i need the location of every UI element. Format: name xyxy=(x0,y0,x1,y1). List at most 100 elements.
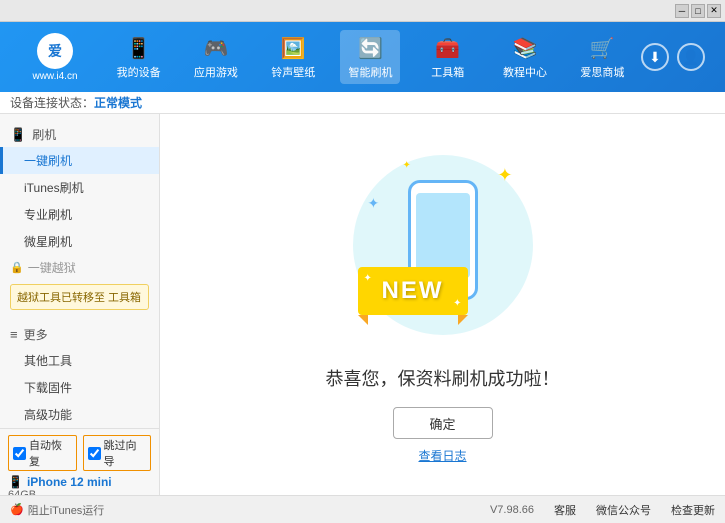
confirm-button[interactable]: 确定 xyxy=(393,407,493,439)
device-icon: 📱 xyxy=(125,34,153,62)
illustration: ✦ ✦ ✦ NEW ✦ ✦ xyxy=(343,145,543,345)
nav-item-store[interactable]: 🛒 爱思商城 xyxy=(572,30,632,84)
nav-item-smart-flash[interactable]: 🔄 智能刷机 xyxy=(340,30,400,84)
center-area: ✦ ✦ ✦ NEW ✦ ✦ xyxy=(160,114,725,495)
title-bar: ─ □ ✕ xyxy=(0,0,725,22)
pro-flash-label: 专业刷机 xyxy=(24,208,72,222)
jailbreak-label: 一键越狱 xyxy=(28,259,76,276)
device-storage: 64GB xyxy=(8,489,151,495)
apps-icon: 🎮 xyxy=(202,34,230,62)
customer-service-link[interactable]: 客服 xyxy=(554,502,576,518)
nav-item-wallpaper[interactable]: 🖼️ 铃声壁纸 xyxy=(263,30,323,84)
device-status-bar: 设备连接状态： 正常模式 xyxy=(0,92,725,114)
one-key-flash-label: 一键刷机 xyxy=(24,154,72,168)
sidebar-item-one-key-flash[interactable]: 一键刷机 xyxy=(0,147,159,174)
success-message: 恭喜您，保资料刷机成功啦！ xyxy=(326,365,560,391)
window-controls[interactable]: ─ □ ✕ xyxy=(675,4,721,18)
nav-label-toolbox: 工具箱 xyxy=(431,64,464,80)
phone-screen xyxy=(416,193,470,278)
wechat-link[interactable]: 微信公众号 xyxy=(596,502,651,518)
ribbon-body: NEW ✦ ✦ xyxy=(358,267,468,315)
itunes-status-text: 阻止iTunes运行 xyxy=(28,502,105,518)
skip-wizard-input[interactable] xyxy=(88,447,101,460)
sidebar-item-micro-flash[interactable]: 微星刷机 xyxy=(0,228,159,255)
micro-flash-label: 微星刷机 xyxy=(24,235,72,249)
flash-section-icon: 📱 xyxy=(10,127,26,143)
flash-section-label: 刷机 xyxy=(32,126,56,143)
auto-restore-label: 自动恢复 xyxy=(29,437,72,469)
sidebar-section-more: ≡ 更多 xyxy=(0,322,159,347)
nav-item-toolbox[interactable]: 🧰 工具箱 xyxy=(418,30,478,84)
sparkle-icon-2: ✦ xyxy=(368,195,380,212)
logo-area: 爱 www.i4.cn xyxy=(10,33,100,82)
sidebar-section-flash: 📱 刷机 xyxy=(0,122,159,147)
smart-flash-icon: 🔄 xyxy=(356,34,384,62)
ribbon-tail-right xyxy=(458,315,468,325)
ribbon-star-2: ✦ xyxy=(453,298,461,309)
nav-label-smart-flash: 智能刷机 xyxy=(348,64,392,80)
ribbon-tail-left xyxy=(358,315,368,325)
sparkle-icon-1: ✦ xyxy=(497,165,512,186)
device-name-row: 📱 iPhone 12 mini xyxy=(8,475,151,489)
auto-restore-input[interactable] xyxy=(13,447,26,460)
status-value: 正常模式 xyxy=(94,94,142,111)
status-label: 设备连接状态： xyxy=(10,94,94,111)
sidebar-checkbox-area: 自动恢复 跳过向导 📱 iPhone 12 mini 64GB Down-12m… xyxy=(0,428,159,495)
view-log-link[interactable]: 查看日志 xyxy=(418,447,466,464)
auto-restore-checkbox[interactable]: 自动恢复 xyxy=(8,435,77,471)
minimize-button[interactable]: ─ xyxy=(675,4,689,18)
jailbreak-info-box: 越狱工具已转移至 工具箱 xyxy=(10,284,149,310)
store-icon: 🛒 xyxy=(588,34,616,62)
nav-label-store: 爱思商城 xyxy=(580,64,624,80)
ribbon-tails xyxy=(358,315,468,325)
bottom-right-area: V7.98.66 客服 微信公众号 检查更新 xyxy=(490,502,715,518)
logo-symbol: 爱 xyxy=(48,41,62,61)
main-body: 📱 刷机 一键刷机 iTunes刷机 专业刷机 微星刷机 🔒 一键越狱 越狱工具… xyxy=(0,114,725,495)
more-section-icon: ≡ xyxy=(10,327,18,342)
nav-label-tutorial: 教程中心 xyxy=(503,64,547,80)
ribbon-star-1: ✦ xyxy=(364,273,372,284)
wallpaper-icon: 🖼️ xyxy=(279,34,307,62)
sidebar-item-jailbreak: 🔒 一键越狱 xyxy=(0,255,159,280)
check-update-link[interactable]: 检查更新 xyxy=(671,502,715,518)
tutorial-icon: 📚 xyxy=(511,34,539,62)
download-button[interactable]: ⬇ xyxy=(641,43,669,71)
new-text: NEW xyxy=(382,277,444,305)
nav-items: 📱 我的设备 🎮 应用游戏 🖼️ 铃声壁纸 🔄 智能刷机 🧰 工具箱 📚 教程中… xyxy=(100,30,641,84)
logo-text: www.i4.cn xyxy=(32,71,77,82)
skip-wizard-label: 跳过向导 xyxy=(104,437,147,469)
advanced-label: 高级功能 xyxy=(24,408,72,422)
more-section-label: 更多 xyxy=(24,326,48,343)
nav-item-tutorial[interactable]: 📚 教程中心 xyxy=(495,30,555,84)
checkbox-row: 自动恢复 跳过向导 xyxy=(8,435,151,471)
nav-label-device: 我的设备 xyxy=(117,64,161,80)
sidebar-item-other-tools[interactable]: 其他工具 xyxy=(0,347,159,374)
phone-small-icon: 📱 xyxy=(8,475,23,489)
sidebar-item-advanced[interactable]: 高级功能 xyxy=(0,401,159,428)
close-button[interactable]: ✕ xyxy=(707,4,721,18)
itunes-status-area: 🍎 阻止iTunes运行 xyxy=(10,502,104,518)
nav-item-apps[interactable]: 🎮 应用游戏 xyxy=(186,30,246,84)
jailbreak-info-text: 越狱工具已转移至 工具箱 xyxy=(17,292,141,304)
logo-icon: 爱 xyxy=(37,33,73,69)
user-button[interactable]: 👤 xyxy=(677,43,705,71)
other-tools-label: 其他工具 xyxy=(24,354,72,368)
nav-item-device[interactable]: 📱 我的设备 xyxy=(109,30,169,84)
sidebar-item-itunes-flash[interactable]: iTunes刷机 xyxy=(0,174,159,201)
toolbox-icon: 🧰 xyxy=(434,34,462,62)
sparkle-icon-3: ✦ xyxy=(403,160,411,171)
maximize-button[interactable]: □ xyxy=(691,4,705,18)
sidebar: 📱 刷机 一键刷机 iTunes刷机 专业刷机 微星刷机 🔒 一键越狱 越狱工具… xyxy=(0,114,160,495)
sidebar-item-download-firmware[interactable]: 下载固件 xyxy=(0,374,159,401)
header: 爱 www.i4.cn 📱 我的设备 🎮 应用游戏 🖼️ 铃声壁纸 🔄 智能刷机… xyxy=(0,22,725,92)
skip-wizard-checkbox[interactable]: 跳过向导 xyxy=(83,435,152,471)
download-firmware-label: 下载固件 xyxy=(24,381,72,395)
ribbon: NEW ✦ ✦ xyxy=(358,267,468,325)
itunes-status-icon: 🍎 xyxy=(10,503,24,516)
nav-label-apps: 应用游戏 xyxy=(194,64,238,80)
lock-icon: 🔒 xyxy=(10,261,24,274)
bottom-status-bar: 🍎 阻止iTunes运行 V7.98.66 客服 微信公众号 检查更新 xyxy=(0,495,725,523)
nav-label-wallpaper: 铃声壁纸 xyxy=(271,64,315,80)
sidebar-item-pro-flash[interactable]: 专业刷机 xyxy=(0,201,159,228)
itunes-flash-label: iTunes刷机 xyxy=(24,181,84,195)
